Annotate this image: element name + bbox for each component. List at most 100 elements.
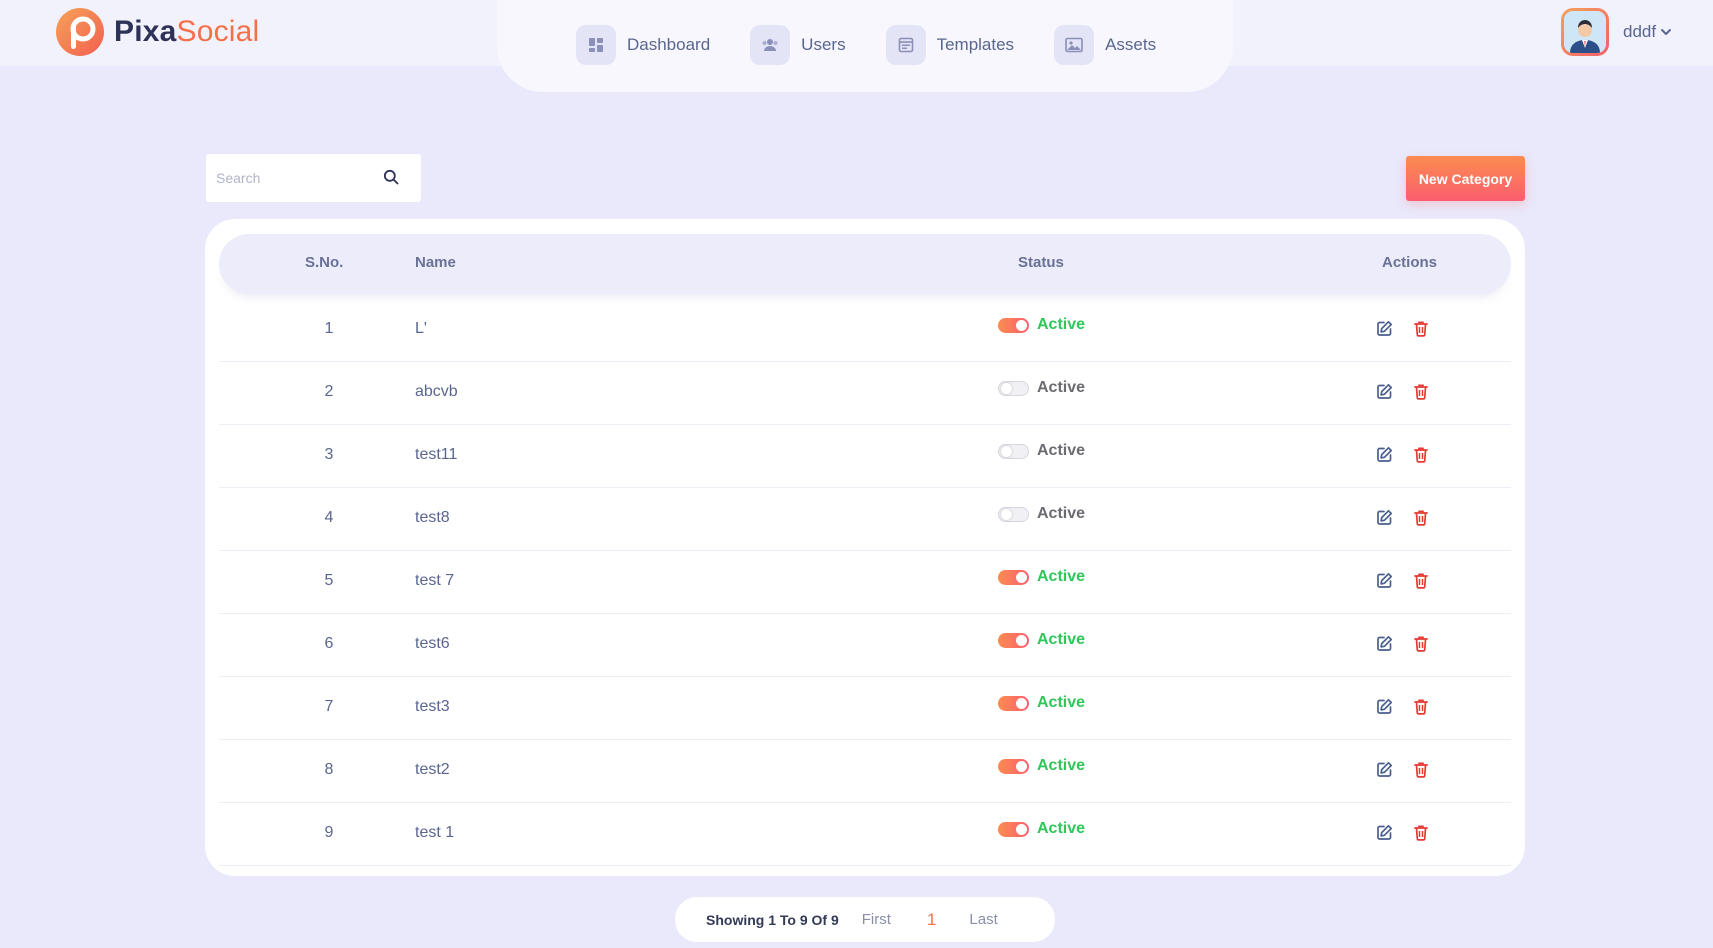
pagination: Showing 1 To 9 Of 9 First 1 Last [675,897,1055,942]
edit-icon[interactable] [1376,824,1393,841]
edit-icon[interactable] [1376,320,1393,337]
table-row: 1 L' Active [219,299,1511,362]
nav-item-templates[interactable]: Templates [885,25,1014,65]
table-header: S.No. Name Status Actions [219,234,1511,294]
status-toggle[interactable] [998,380,1029,396]
chevron-down-icon [1660,22,1672,42]
delete-icon[interactable] [1413,446,1429,463]
status-toggle[interactable] [998,821,1029,837]
header-name: Name [415,254,456,271]
status-label: Active [1037,316,1086,333]
status-label: Active [1037,631,1086,648]
edit-icon[interactable] [1376,383,1393,400]
status-toggle[interactable] [998,632,1029,648]
row-actions [1376,509,1429,526]
main-nav: Dashboard Users Templates Assets [576,25,1156,65]
image-icon [1054,25,1095,65]
row-actions [1376,635,1429,652]
status-label: Active [1037,379,1086,396]
table-row: 8 test2 Active [219,740,1511,803]
categories-table: S.No. Name Status Actions 1 L' Active 2 … [205,219,1525,876]
nav-item-assets[interactable]: Assets [1054,25,1156,65]
row-status: Active [998,505,1085,523]
row-name: test3 [415,698,450,715]
row-actions [1376,824,1429,841]
row-status: Active [998,316,1085,334]
status-toggle[interactable] [998,317,1029,333]
table-row: 9 test 1 Active [219,803,1511,866]
user-profile[interactable]: dddf [1561,8,1672,56]
delete-icon[interactable] [1413,635,1429,652]
pagination-first[interactable]: First [862,911,891,928]
row-status: Active [998,442,1085,460]
search-box [206,154,421,202]
table-row: 2 abcvb Active [219,362,1511,425]
row-sno: 5 [324,572,334,589]
row-status: Active [998,631,1085,649]
brand-logo[interactable]: PixaSocial [54,6,259,58]
row-actions [1376,761,1429,778]
header-sno: S.No. [305,254,344,271]
edit-icon[interactable] [1376,635,1393,652]
row-status: Active [998,568,1085,586]
user-menu-toggle[interactable]: dddf [1623,22,1672,42]
row-sno: 6 [324,635,334,652]
row-sno: 7 [324,698,334,715]
row-sno: 4 [324,509,334,526]
edit-icon[interactable] [1376,698,1393,715]
nav-label-users: Users [801,35,846,54]
header-actions: Actions [1382,254,1438,271]
nav-item-dashboard[interactable]: Dashboard [576,25,710,65]
row-status: Active [998,757,1085,775]
status-label: Active [1037,757,1086,774]
row-name: test 7 [415,572,455,589]
status-label: Active [1037,442,1086,459]
edit-icon[interactable] [1376,446,1393,463]
row-name: test2 [415,761,450,778]
delete-icon[interactable] [1413,698,1429,715]
delete-icon[interactable] [1413,824,1429,841]
row-sno: 8 [324,761,334,778]
row-name: test 1 [415,824,455,841]
row-name: L' [415,320,427,337]
dashboard-icon [576,25,616,65]
header-status: Status [1018,254,1064,271]
search-icon[interactable] [383,169,399,190]
edit-icon[interactable] [1376,761,1393,778]
status-label: Active [1037,505,1086,522]
delete-icon[interactable] [1413,383,1429,400]
status-label: Active [1037,694,1086,711]
delete-icon[interactable] [1413,509,1429,526]
pagination-last[interactable]: Last [969,911,997,928]
nav-label-dashboard: Dashboard [627,35,711,54]
status-label: Active [1037,568,1086,585]
row-name: abcvb [415,383,458,400]
row-actions [1376,572,1429,589]
row-name: test6 [415,635,450,652]
row-status: Active [998,379,1085,397]
avatar[interactable] [1561,8,1609,56]
new-category-button[interactable]: New Category [1406,156,1525,201]
status-toggle[interactable] [998,506,1029,522]
table-row: 3 test11 Active [219,425,1511,488]
edit-icon[interactable] [1376,509,1393,526]
search-input[interactable] [206,170,376,186]
edit-icon[interactable] [1376,572,1393,589]
row-status: Active [998,694,1085,712]
status-toggle[interactable] [998,443,1029,459]
delete-icon[interactable] [1413,761,1429,778]
status-toggle[interactable] [998,569,1029,585]
pagination-page-current[interactable]: 1 [927,910,936,930]
table-row: 7 test3 Active [219,677,1511,740]
row-sno: 3 [324,446,334,463]
row-status: Active [998,820,1085,838]
nav-item-users[interactable]: Users [750,25,846,65]
row-actions [1376,383,1429,400]
users-icon [750,25,791,65]
status-toggle[interactable] [998,695,1029,711]
row-actions [1376,698,1429,715]
pagination-info: Showing 1 To 9 Of 9 [706,911,839,928]
status-toggle[interactable] [998,758,1029,774]
delete-icon[interactable] [1413,320,1429,337]
delete-icon[interactable] [1413,572,1429,589]
